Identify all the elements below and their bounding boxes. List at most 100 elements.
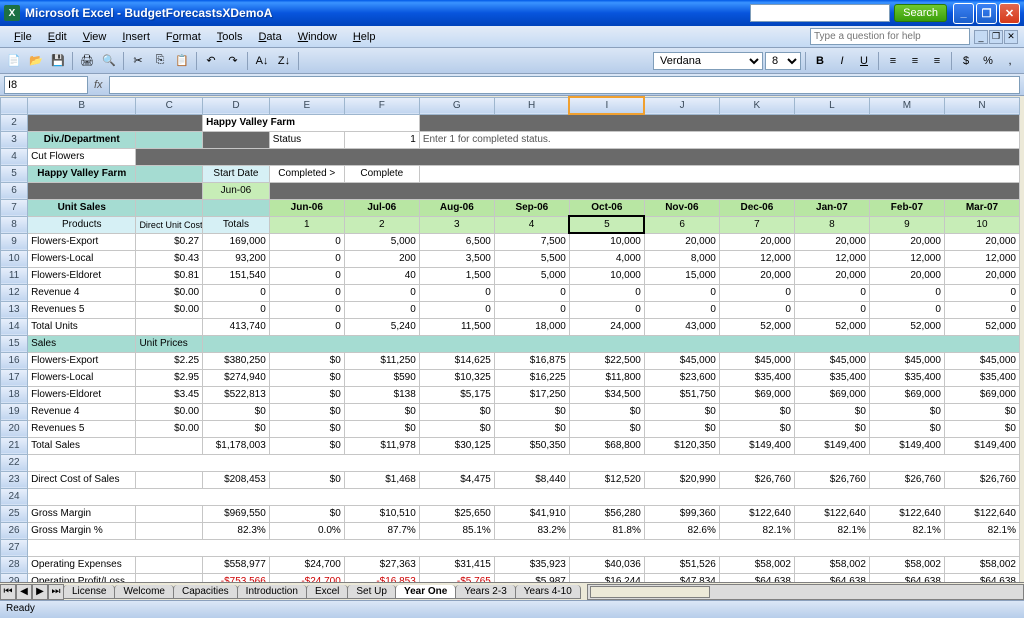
cell[interactable]: 0 — [419, 301, 494, 318]
cell[interactable]: $5,175 — [419, 386, 494, 403]
doc-close-button[interactable]: ✕ — [1004, 30, 1018, 44]
cell[interactable]: $35,400 — [794, 369, 869, 386]
cell[interactable]: 200 — [344, 250, 419, 267]
sort-desc-icon[interactable]: Z↓ — [274, 51, 294, 71]
search-button[interactable]: Search — [894, 4, 947, 22]
cell[interactable]: 5,000 — [344, 233, 419, 250]
row-header[interactable]: 5 — [1, 165, 28, 182]
cell[interactable]: $149,400 — [719, 437, 794, 454]
sheet-tab[interactable]: License — [63, 585, 115, 599]
cell[interactable]: $0 — [869, 403, 944, 420]
cell[interactable]: 20,000 — [794, 267, 869, 284]
menu-window[interactable]: Window — [290, 29, 345, 45]
row-header[interactable]: 7 — [1, 199, 28, 216]
cell[interactable]: $122,640 — [944, 505, 1019, 522]
cell[interactable]: $0 — [269, 369, 344, 386]
cell[interactable]: $35,400 — [944, 369, 1019, 386]
row-header[interactable]: 29 — [1, 573, 28, 582]
row-header[interactable]: 9 — [1, 233, 28, 250]
cell[interactable]: $149,400 — [794, 437, 869, 454]
cell[interactable]: $45,000 — [719, 352, 794, 369]
row-header[interactable]: 25 — [1, 505, 28, 522]
row-header[interactable]: 2 — [1, 114, 28, 131]
cell[interactable]: $11,800 — [569, 369, 644, 386]
cell[interactable]: $26,760 — [719, 471, 794, 488]
print-icon[interactable]: 🖨 — [77, 51, 97, 71]
cell[interactable]: $14,625 — [419, 352, 494, 369]
cell[interactable]: 0 — [269, 233, 344, 250]
new-icon[interactable]: 📄 — [4, 51, 24, 71]
sheet-tab[interactable]: Years 2-3 — [455, 585, 515, 599]
sheet-tab[interactable]: Introduction — [237, 585, 307, 599]
cell[interactable]: $26,760 — [869, 471, 944, 488]
cell[interactable]: 0 — [869, 301, 944, 318]
cell[interactable]: 1,500 — [419, 267, 494, 284]
cell[interactable]: 82.1% — [944, 522, 1019, 539]
cell[interactable]: $69,000 — [794, 386, 869, 403]
cell[interactable]: $17,250 — [494, 386, 569, 403]
cell[interactable]: $0 — [719, 403, 794, 420]
save-icon[interactable]: 💾 — [48, 51, 68, 71]
cell[interactable]: 18,000 — [494, 318, 569, 335]
cell[interactable]: $10,325 — [419, 369, 494, 386]
cell[interactable]: $27,363 — [344, 556, 419, 573]
cell[interactable]: 24,000 — [569, 318, 644, 335]
paste-icon[interactable]: 📋 — [172, 51, 192, 71]
cell[interactable]: 20,000 — [944, 267, 1019, 284]
cell[interactable]: 52,000 — [869, 318, 944, 335]
cell[interactable]: $58,002 — [794, 556, 869, 573]
cell[interactable]: 5,240 — [344, 318, 419, 335]
search-input[interactable] — [750, 4, 890, 22]
col-header[interactable]: J — [644, 97, 719, 114]
underline-icon[interactable]: U — [854, 51, 874, 71]
cell[interactable]: 0 — [719, 284, 794, 301]
cell[interactable]: $45,000 — [644, 352, 719, 369]
cell[interactable]: 0 — [494, 301, 569, 318]
cell[interactable]: $47,834 — [644, 573, 719, 582]
col-header[interactable]: L — [794, 97, 869, 114]
redo-icon[interactable]: ↷ — [223, 51, 243, 71]
doc-restore-button[interactable]: ❐ — [989, 30, 1003, 44]
cell[interactable]: $0 — [944, 420, 1019, 437]
cell[interactable]: 52,000 — [719, 318, 794, 335]
cell[interactable]: 85.1% — [419, 522, 494, 539]
cell[interactable]: 20,000 — [719, 267, 794, 284]
row-header[interactable]: 13 — [1, 301, 28, 318]
cell[interactable]: $0 — [269, 403, 344, 420]
comma-icon[interactable]: , — [1000, 51, 1020, 71]
row-header[interactable]: 16 — [1, 352, 28, 369]
bold-icon[interactable]: B — [810, 51, 830, 71]
row-header[interactable]: 28 — [1, 556, 28, 573]
font-name-select[interactable]: Verdana — [653, 52, 763, 70]
cell[interactable]: $58,002 — [719, 556, 794, 573]
row-header[interactable]: 11 — [1, 267, 28, 284]
sheet-tab[interactable]: Years 4-10 — [515, 585, 581, 599]
cell[interactable]: 20,000 — [869, 233, 944, 250]
cell[interactable]: $8,440 — [494, 471, 569, 488]
col-header[interactable]: G — [419, 97, 494, 114]
cell[interactable]: $56,280 — [569, 505, 644, 522]
row-header[interactable]: 21 — [1, 437, 28, 454]
cell[interactable]: $25,650 — [419, 505, 494, 522]
cell[interactable]: 82.1% — [869, 522, 944, 539]
cell[interactable]: 82.6% — [644, 522, 719, 539]
row-header[interactable]: 14 — [1, 318, 28, 335]
cell[interactable]: 11,500 — [419, 318, 494, 335]
cell[interactable]: $0 — [269, 505, 344, 522]
cell[interactable]: $16,225 — [494, 369, 569, 386]
cell[interactable]: $35,400 — [869, 369, 944, 386]
menu-file[interactable]: File — [6, 29, 40, 45]
col-header[interactable]: F — [344, 97, 419, 114]
close-button[interactable]: ✕ — [999, 3, 1020, 24]
cell[interactable]: 0 — [569, 301, 644, 318]
col-header[interactable]: K — [719, 97, 794, 114]
col-header[interactable]: E — [269, 97, 344, 114]
cell[interactable]: 0 — [794, 301, 869, 318]
align-right-icon[interactable]: ≡ — [927, 51, 947, 71]
undo-icon[interactable]: ↶ — [201, 51, 221, 71]
minimize-button[interactable]: _ — [953, 3, 974, 24]
cell[interactable]: $4,475 — [419, 471, 494, 488]
tab-nav-prev[interactable]: ◀ — [16, 584, 32, 600]
formula-bar[interactable] — [109, 76, 1020, 94]
cut-icon[interactable]: ✂ — [128, 51, 148, 71]
